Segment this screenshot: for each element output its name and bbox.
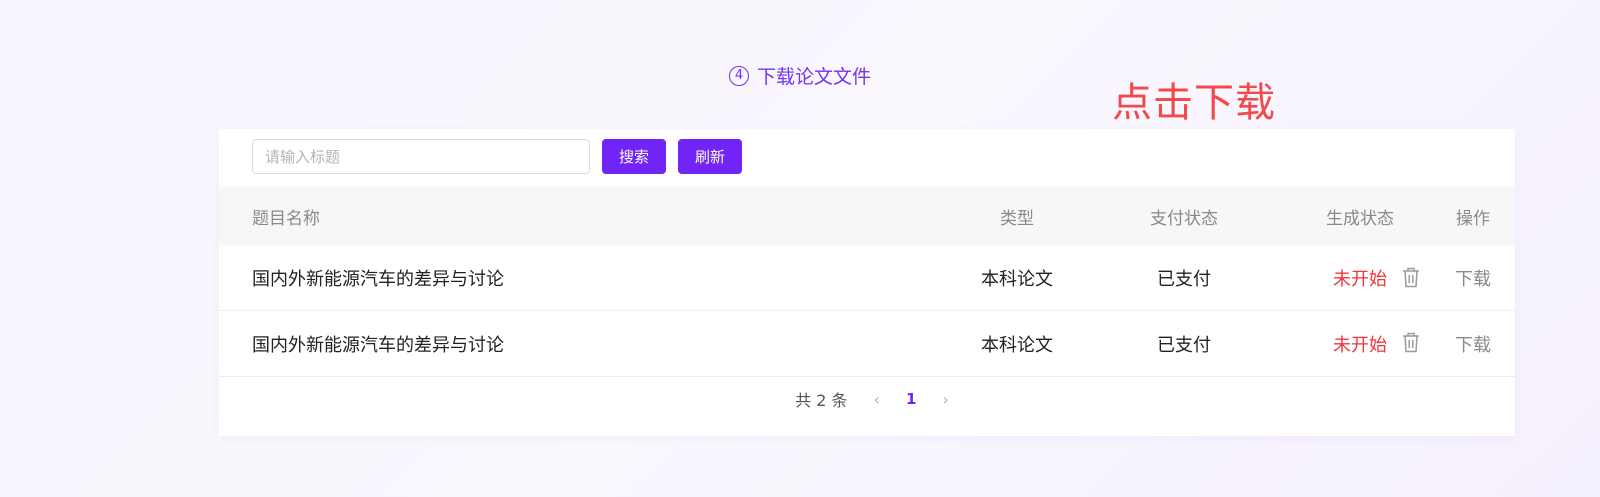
chevron-right-icon[interactable]: › — [942, 390, 948, 409]
paper-list-panel: 搜索 刷新 题目名称 类型 支付状态 生成状态 操作 国内外新能源汽车的差异与讨… — [219, 129, 1515, 436]
table-row: 国内外新能源汽车的差异与讨论 本科论文 已支付 未开始 下载 — [219, 245, 1515, 311]
download-cell: 下载 — [1443, 311, 1503, 376]
column-header-action: 操作 — [1456, 208, 1490, 229]
paper-title: 国内外新能源汽车的差异与讨论 — [252, 268, 504, 290]
pay-status: 已支付 — [1157, 334, 1211, 356]
search-input[interactable] — [252, 139, 590, 174]
pagination: 共 2 条 ‹ 1 › — [219, 379, 1515, 419]
step-number-badge: 4 — [728, 65, 749, 86]
paper-type: 本科论文 — [981, 268, 1053, 290]
trash-icon[interactable] — [1402, 267, 1420, 288]
column-header-title: 题目名称 — [252, 208, 320, 229]
refresh-button[interactable]: 刷新 — [678, 139, 743, 174]
column-header-pay-status: 支付状态 — [1150, 208, 1218, 229]
annotation-text: 点击下载 — [1112, 80, 1276, 126]
trash-icon[interactable] — [1402, 332, 1420, 353]
step-title: 4 下载论文文件 — [0, 62, 1600, 89]
download-link[interactable]: 下载 — [1455, 331, 1491, 357]
paper-title: 国内外新能源汽车的差异与讨论 — [252, 334, 504, 356]
table-header: 题目名称 类型 支付状态 生成状态 操作 — [219, 187, 1515, 245]
column-header-type: 类型 — [1000, 208, 1034, 229]
column-header-gen-status: 生成状态 — [1326, 208, 1394, 229]
toolbar: 搜索 刷新 — [252, 139, 743, 174]
chevron-left-icon[interactable]: ‹ — [874, 390, 880, 409]
pay-status: 已支付 — [1157, 268, 1211, 290]
search-button[interactable]: 搜索 — [602, 139, 667, 174]
pagination-page-1[interactable]: 1 — [906, 390, 916, 408]
table-row: 国内外新能源汽车的差异与讨论 本科论文 已支付 未开始 下载 — [219, 311, 1515, 377]
paper-type: 本科论文 — [981, 334, 1053, 356]
step-title-text: 下载论文文件 — [756, 66, 871, 88]
pagination-total: 共 2 条 — [795, 391, 848, 410]
